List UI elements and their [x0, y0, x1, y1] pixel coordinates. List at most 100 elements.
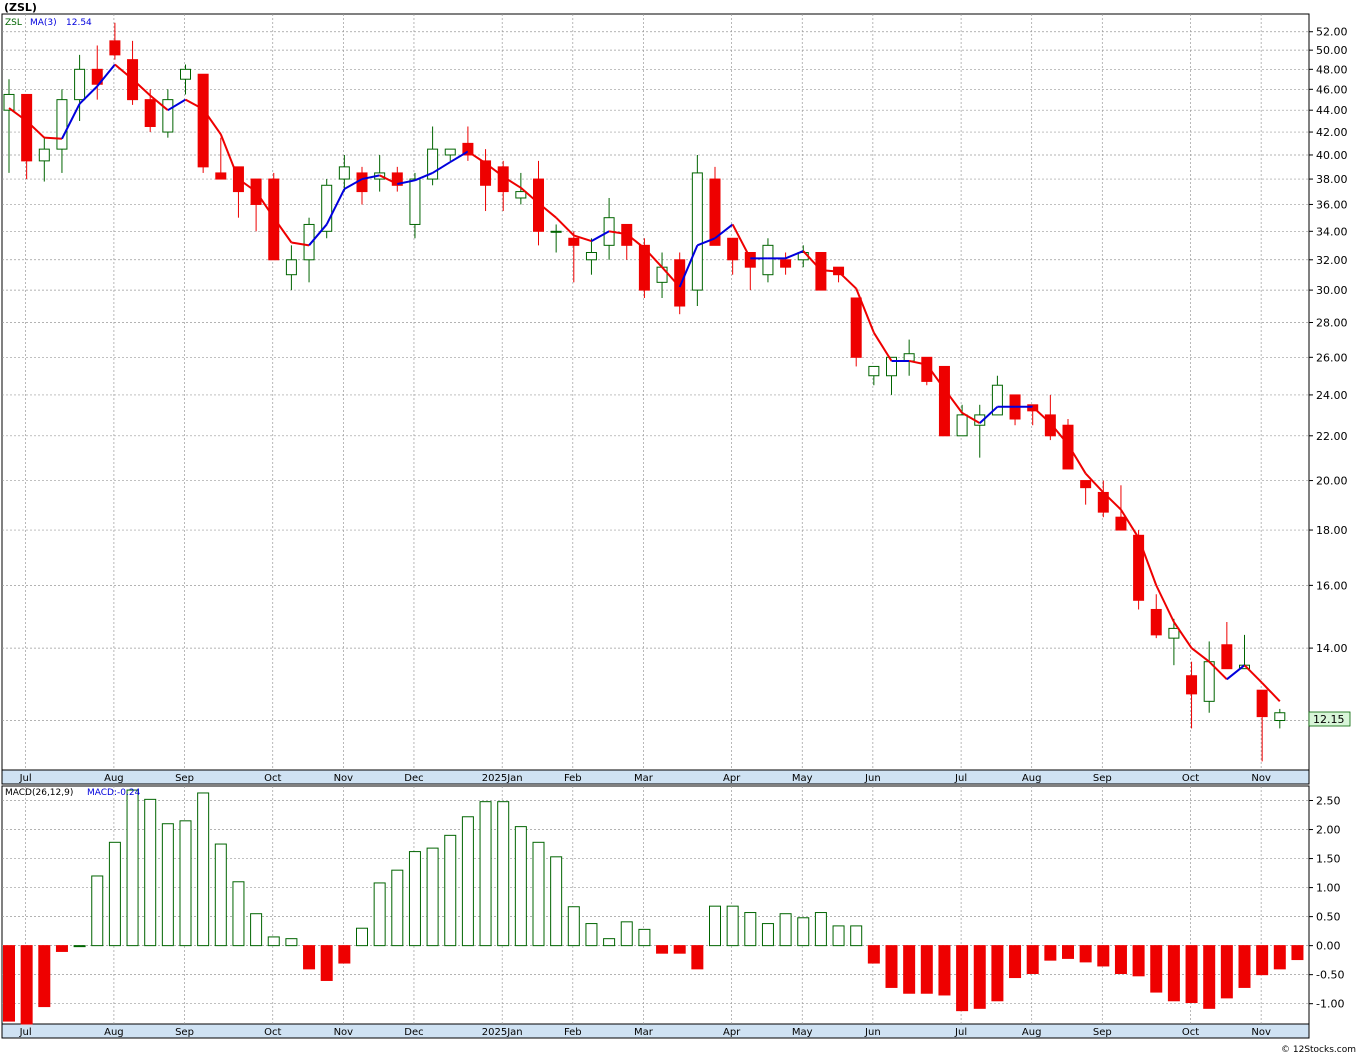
candle-down-body [197, 73, 209, 168]
price-month-label: Jun [864, 773, 881, 784]
macd-month-label: Aug [1022, 1027, 1042, 1038]
macd-bar-negative [1220, 945, 1233, 999]
macd-bar-positive [161, 823, 174, 947]
macd-bar-positive [567, 906, 580, 947]
macd-bar-positive [108, 841, 121, 947]
macd-bar-positive [479, 801, 492, 947]
macd-month-label: Nov [334, 1027, 354, 1038]
candle-up-body [74, 68, 86, 101]
candle-down-body [1044, 414, 1056, 437]
ma-line-segment [44, 136, 63, 140]
candle-up-body [1168, 627, 1180, 639]
macd-month-label: Dec [404, 1027, 423, 1038]
macd-tick-label: 2.00 [1316, 824, 1341, 837]
candle-up-body [691, 172, 703, 291]
macd-bar-negative [673, 945, 686, 954]
price-tick-label: 20.00 [1316, 475, 1348, 488]
macd-bar-positive [461, 816, 474, 947]
macd-month-label: Jul [19, 1027, 32, 1038]
price-month-label: Nov [1251, 773, 1271, 784]
macd-bar-negative [38, 945, 51, 1008]
macd-bar-positive [797, 917, 810, 947]
macd-bar-negative [1062, 945, 1074, 959]
candle-up-body [585, 252, 597, 261]
price-tick-label: 48.00 [1316, 63, 1348, 76]
macd-bar-negative [973, 945, 986, 1009]
macd-bar-negative [1238, 945, 1251, 988]
price-month-label: Feb [564, 773, 582, 784]
candle-down-body [1186, 675, 1198, 695]
macd-month-label: Aug [104, 1027, 124, 1038]
candle-down-body [1256, 689, 1268, 718]
price-legend-symbol: ZSL [5, 18, 22, 28]
price-tick-label: 18.00 [1316, 524, 1348, 537]
price-tick-label: 32.00 [1316, 254, 1348, 267]
macd-bar-positive [603, 938, 616, 947]
macd-bar-negative [656, 945, 669, 954]
price-legend-ma: MA(3) [30, 18, 57, 28]
macd-bar-positive [232, 881, 245, 947]
macd-bar-negative [691, 945, 704, 970]
macd-bar-positive [356, 927, 368, 947]
macd-bar-negative [938, 945, 951, 996]
price-month-label: Dec [404, 773, 423, 784]
candle-up-body [550, 230, 562, 233]
price-tick-label: 38.00 [1316, 173, 1348, 186]
candle-up-body [285, 259, 297, 276]
candle-up-body [956, 414, 968, 437]
candle-down-body [356, 172, 368, 193]
candle-up-body [1203, 661, 1215, 702]
macd-bar-negative [956, 945, 969, 1012]
candle-down-body [744, 252, 756, 268]
candle-up-body [656, 266, 668, 283]
macd-tick-label: 0.00 [1316, 940, 1341, 953]
macd-tick-label: 1.00 [1316, 882, 1341, 895]
macd-bar-positive [267, 936, 280, 947]
candle-up-body [56, 99, 68, 150]
footer-copyright: © 12Stocks.com [1281, 1045, 1356, 1055]
macd-month-label: Sep [175, 1027, 194, 1038]
ma-line-segment [219, 133, 240, 180]
candle-up-body [762, 244, 774, 276]
candle-down-body [1221, 644, 1233, 670]
candle-down-body [727, 237, 739, 261]
candle-down-body [938, 365, 950, 437]
macd-bar-positive [532, 841, 545, 947]
ma-line-segment [837, 270, 857, 290]
macd-month-label: Mar [634, 1027, 654, 1038]
price-month-label: May [792, 773, 813, 784]
price-tick-label: 30.00 [1316, 284, 1348, 297]
macd-bar-positive [514, 826, 527, 947]
macd-bar-negative [1114, 945, 1127, 974]
macd-bar-negative [903, 945, 916, 994]
candle-down-body [480, 160, 492, 186]
macd-bar-positive [391, 869, 404, 947]
macd-bar-positive [91, 875, 104, 947]
macd-bar-negative [20, 945, 33, 1025]
macd-bar-negative [1256, 945, 1269, 976]
price-tick-label: 28.00 [1316, 317, 1348, 330]
macd-bar-negative [885, 945, 898, 988]
last-price-label: 12.15 [1313, 713, 1345, 726]
chart-canvas: 52.00 50.00 48.00 46.00 44.00 42.00 40.00 38.00… [1, 1, 1356, 1055]
macd-bar-negative [867, 945, 880, 964]
macd-bar-negative [1185, 945, 1198, 1004]
macd-bar-positive [709, 905, 721, 947]
price-month-label: Aug [104, 773, 124, 784]
macd-bar-positive [126, 789, 139, 947]
macd-bar-negative [320, 945, 333, 981]
macd-bar-positive [250, 913, 263, 947]
candle-up-body [1274, 712, 1286, 722]
price-month-label: Aug [1022, 773, 1042, 784]
price-month-label: Nov [334, 773, 354, 784]
macd-month-label: Jul [954, 1027, 967, 1038]
macd-month-label: Apr [723, 1027, 741, 1038]
candle-up-body [180, 68, 191, 80]
price-tick-label: 16.00 [1316, 579, 1348, 592]
macd-bar-negative [1203, 945, 1216, 1009]
candle-up-body [903, 353, 915, 362]
macd-bar-positive [497, 801, 510, 947]
macd-bar-positive [550, 856, 563, 947]
macd-month-label: Jun [864, 1027, 881, 1038]
macd-tick-label: 0.50 [1316, 911, 1341, 924]
